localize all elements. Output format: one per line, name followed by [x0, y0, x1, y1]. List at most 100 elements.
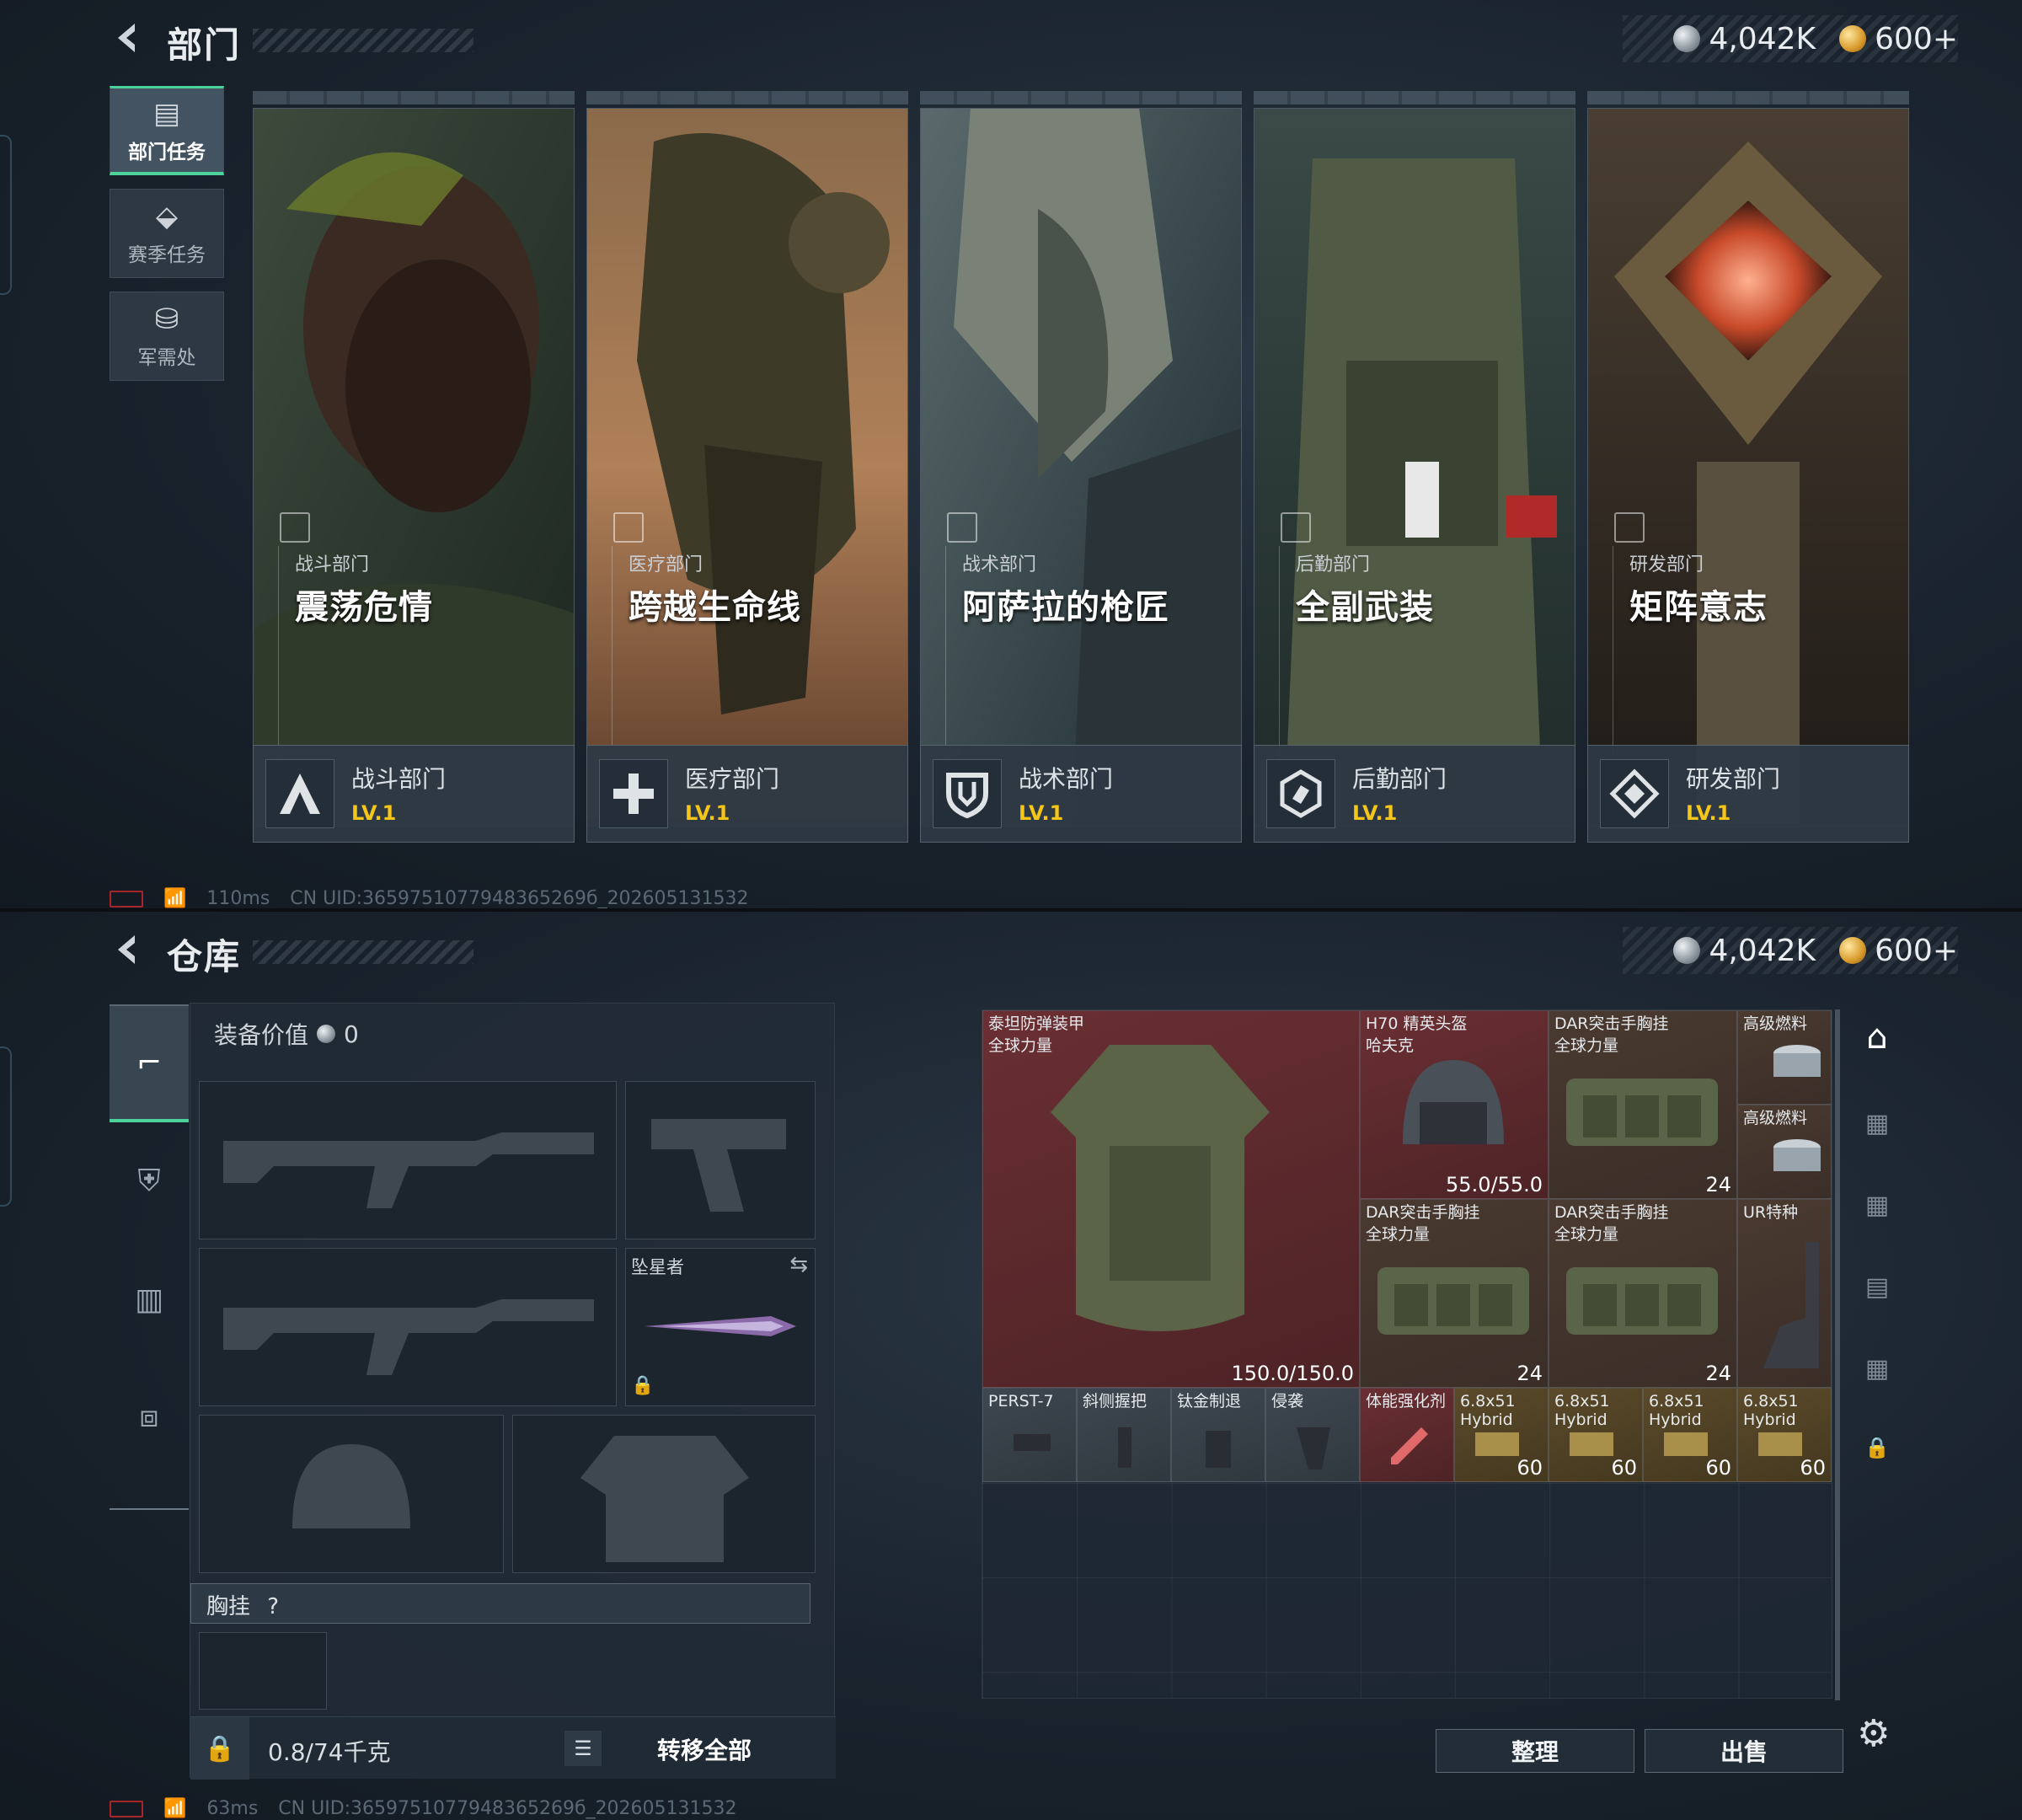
department-card-medical[interactable]: 医疗部门 跨越生命线 医疗部门 LV.1 — [586, 91, 908, 843]
card-header-strip — [920, 91, 1242, 104]
department-card-combat[interactable]: 战斗部门 震荡危情 战斗部门 LV.1 — [253, 91, 575, 843]
card-header-strip — [1587, 91, 1909, 104]
department-card-tactical[interactable]: 战术部门 阿萨拉的枪匠 战术部门 LV.1 — [920, 91, 1242, 843]
department-level-bar: 后勤部门 LV.1 — [1254, 745, 1575, 843]
card-title: 全副武装 — [1296, 588, 1434, 627]
fuel-can-icon — [1773, 1045, 1821, 1077]
department-card-logistics[interactable]: 后勤部门 全副武装 后勤部门 LV.1 — [1254, 91, 1575, 843]
gear-icon[interactable]: ⚙ — [1857, 1712, 1890, 1755]
ammo-item[interactable]: 6.8x51 Hybrid 60 — [1549, 1388, 1643, 1482]
expand-icon — [280, 512, 310, 543]
department-card-rnd[interactable]: 研发部门 矩阵意志 研发部门 LV.1 — [1587, 91, 1909, 843]
warehouse-icon[interactable]: ⌂ — [1866, 1018, 1887, 1057]
warehouse-grid[interactable]: 泰坦防弹装甲 全球力量 150.0/150.0 H70 精英头盔 哈夫克 55.… — [982, 1009, 1832, 1699]
melee-slot[interactable]: 坠星者 ⇆ 🔒 — [625, 1248, 816, 1406]
chest-rig-slot[interactable] — [199, 1632, 327, 1710]
attachment-item[interactable]: PERST-7 — [982, 1388, 1077, 1482]
chest-rig-item[interactable]: DAR突击手胸挂 全球力量 24 — [1549, 1010, 1737, 1199]
department-name: 后勤部门 — [1352, 765, 1447, 793]
item-durability: 55.0/55.0 — [1446, 1173, 1543, 1196]
attachment-item[interactable]: 侵袭 — [1265, 1388, 1360, 1482]
armor-item[interactable]: 泰坦防弹装甲 全球力量 150.0/150.0 — [982, 1010, 1360, 1388]
attachment-item[interactable]: 钛金制退 — [1171, 1388, 1265, 1482]
storage-box-icon[interactable]: ▦ — [1865, 1354, 1889, 1384]
item-name: 钛金制退 — [1177, 1392, 1242, 1410]
secondary-weapon-slot[interactable] — [199, 1248, 617, 1406]
sort-button[interactable]: 整理 — [1436, 1729, 1634, 1773]
ammo-box-icon — [1664, 1432, 1708, 1456]
department-name: 医疗部门 — [685, 765, 780, 793]
grid-scrollbar[interactable] — [1835, 1009, 1840, 1700]
storage-box-icon[interactable]: ▦ — [1865, 1191, 1889, 1220]
muzzle-brake-icon — [1206, 1431, 1231, 1468]
lock-icon[interactable]: 🔒 — [1864, 1436, 1890, 1459]
chest-rig-header[interactable]: 胸挂 ? — [190, 1583, 810, 1624]
tab-armor[interactable]: ⛨ — [110, 1122, 189, 1240]
transfer-all-button[interactable]: 转移全部 — [612, 1729, 797, 1769]
list-view-button[interactable]: ☰ — [564, 1731, 602, 1766]
card-subtitle: 后勤部门 — [1296, 554, 1371, 575]
tab-weapons[interactable]: ⌐ — [110, 1004, 189, 1122]
storage-box-icon[interactable]: ▤ — [1865, 1272, 1889, 1302]
card-subtitle: 研发部门 — [1629, 554, 1704, 575]
swap-icon[interactable]: ⇆ — [789, 1252, 808, 1277]
silver-amount: 4,042K — [1709, 933, 1816, 968]
help-icon[interactable]: ? — [267, 1594, 279, 1619]
attachment-item[interactable]: 斜侧握把 — [1077, 1388, 1171, 1482]
ammo-item[interactable]: 6.8x51 Hybrid 60 — [1454, 1388, 1549, 1482]
title-decoration — [253, 29, 473, 52]
ammo-item[interactable]: 6.8x51 Hybrid 60 — [1737, 1388, 1832, 1482]
storage-box-icon[interactable]: ▦ — [1865, 1109, 1889, 1138]
helmet-icon — [1403, 1060, 1504, 1144]
wifi-icon: 📶 — [163, 888, 187, 908]
loadout-panel: 装备价值 0 坠星者 ⇆ 🔒 胸挂 ? 🔒 0.8/74千克 ☰ 转移全部 — [190, 1003, 836, 1780]
item-count: 24 — [1705, 1362, 1731, 1385]
medical-dept-icon — [599, 759, 668, 828]
chest-rig-icon — [1377, 1267, 1529, 1335]
gold-amount: 600+ — [1875, 933, 1958, 968]
combat-dept-icon — [265, 759, 334, 828]
department-level: LV.1 — [685, 801, 730, 825]
back-button[interactable] — [110, 930, 152, 972]
tab-quartermaster[interactable]: ⛁ 军需处 — [110, 292, 224, 381]
item-name: DAR突击手胸挂 — [1554, 1014, 1669, 1033]
chest-rig-item[interactable]: DAR突击手胸挂 全球力量 24 — [1549, 1199, 1737, 1388]
armor-slot[interactable] — [512, 1415, 816, 1573]
stock-item[interactable]: UR特种 — [1737, 1199, 1832, 1388]
pistol-icon: ⌐ — [136, 1045, 163, 1080]
primary-weapon-slot[interactable] — [199, 1081, 617, 1239]
tab-department-missions[interactable]: ▤ 部门任务 — [110, 86, 224, 175]
back-button[interactable] — [110, 19, 152, 61]
department-card-list: 战斗部门 震荡危情 战斗部门 LV.1 医疗部门 跨越生命线 医疗部门 LV.1… — [253, 91, 1911, 843]
melee-name: 坠星者 — [631, 1257, 684, 1277]
armor-silhouette-icon — [580, 1436, 749, 1562]
wifi-icon: 📶 — [163, 1798, 187, 1819]
sell-button[interactable]: 出售 — [1645, 1729, 1843, 1773]
tab-season-missions[interactable]: ⬙ 赛季任务 — [110, 189, 224, 278]
helmet-slot[interactable] — [199, 1415, 504, 1573]
fuel-item[interactable]: 高级燃料 — [1737, 1010, 1832, 1105]
card-frame — [1587, 108, 1909, 827]
tab-label: 军需处 — [137, 347, 196, 369]
ammo-item[interactable]: 6.8x51 Hybrid 60 — [1643, 1388, 1737, 1482]
pistol-grip-icon — [1297, 1427, 1330, 1469]
ammo-box-icon — [1475, 1432, 1519, 1456]
fuel-item[interactable]: 高级燃料 — [1737, 1105, 1832, 1199]
department-name: 研发部门 — [1686, 765, 1781, 793]
chest-rig-item[interactable]: DAR突击手胸挂 全球力量 24 — [1360, 1199, 1549, 1388]
armor-vest-icon — [1051, 1045, 1270, 1331]
currency-bar: 4,042K 600+ — [1623, 927, 1958, 974]
lock-button[interactable]: 🔒 — [190, 1717, 249, 1780]
card-frame — [586, 108, 908, 827]
equipment-value: 装备价值 0 — [214, 1017, 359, 1051]
tab-backpack[interactable]: ▥ — [110, 1240, 189, 1358]
stimulant-item[interactable]: 体能强化剂 — [1360, 1388, 1454, 1482]
tab-toolbox[interactable]: ⧈ — [110, 1358, 189, 1476]
item-count: 60 — [1705, 1456, 1731, 1480]
gold-coin-icon — [1839, 937, 1867, 964]
sidearm-slot[interactable] — [625, 1081, 816, 1239]
battery-icon — [110, 890, 143, 907]
uid-text: CN UID:3659751077948365269б_202605131532 — [278, 1798, 737, 1819]
helmet-item[interactable]: H70 精英头盔 哈夫克 55.0/55.0 — [1360, 1010, 1549, 1199]
item-name: 体能强化剂 — [1366, 1392, 1447, 1410]
